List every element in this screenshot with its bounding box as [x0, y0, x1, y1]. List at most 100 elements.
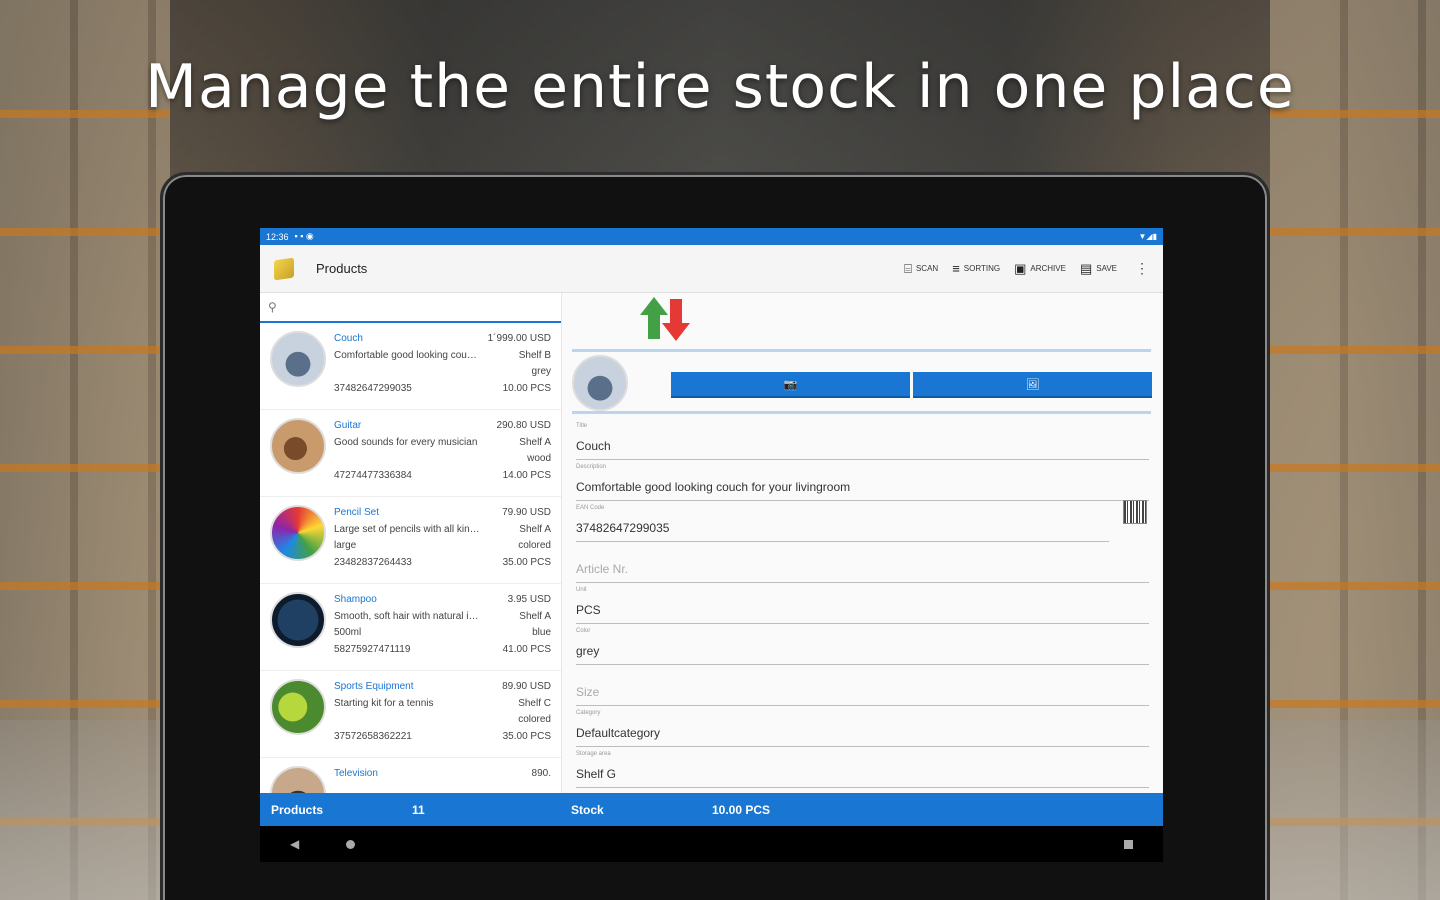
recents-icon[interactable] — [1124, 839, 1133, 849]
stock-in-out-icon[interactable] — [640, 297, 696, 345]
product-qty: 35.00 PCS — [502, 730, 551, 742]
product-info: Guitar 290.80 USD Good sounds for every m… — [334, 418, 551, 490]
product-desc: Smooth, soft hair with natural i… — [334, 610, 479, 622]
main-content: ⚲ Couch 1´999.00 USD Comfortable good loo… — [260, 293, 1163, 793]
ean-label: EAN Code — [576, 505, 605, 511]
detail-fields: Title Couch Description Comfortable good… — [576, 419, 1149, 788]
product-info: Sports Equipment 89.90 USD Starting kit f… — [334, 679, 551, 751]
product-shelf: Shelf B — [518, 349, 551, 361]
product-thumbnail — [270, 331, 326, 387]
unit-field[interactable]: Unit PCS — [576, 583, 1149, 624]
home-icon[interactable] — [346, 839, 355, 849]
product-desc: Starting kit for a tennis — [334, 697, 434, 709]
category-value: Defaultcategory — [576, 726, 661, 740]
product-shelf: Shelf A — [519, 436, 551, 448]
save-label: Save — [1096, 264, 1117, 273]
headline: Manage the entire stock in one place — [145, 52, 1295, 122]
product-price: 290.80 USD — [496, 420, 551, 431]
arrow-down-stem — [670, 299, 682, 325]
status-icons: ▼◢▮ — [1138, 232, 1157, 241]
save-icon: ▤ — [1079, 260, 1093, 276]
product-size: large — [334, 540, 357, 551]
title-value: Couch — [576, 439, 611, 453]
color-field[interactable]: Color grey — [576, 624, 1149, 665]
product-desc: Large set of pencils with all kin… — [334, 523, 480, 535]
description-field[interactable]: Description Comfortable good looking cou… — [576, 460, 1149, 501]
storage-area-field[interactable]: Storage area Shelf G — [576, 747, 1149, 788]
product-thumbnail — [270, 418, 326, 474]
product-shelf: Shelf A — [519, 523, 551, 535]
product-color: blue — [532, 627, 551, 638]
app-screen: 12:36 ▪ ▪ ◉ ▼◢▮ Products ⌸ Scan ≡ Sortin… — [260, 228, 1163, 826]
product-thumbnail — [270, 505, 326, 561]
sorting-label: Sorting — [963, 264, 1001, 273]
product-color: grey — [531, 366, 551, 377]
product-qty: 35.00 PCS — [502, 556, 551, 568]
camera-button[interactable]: 📷 — [671, 372, 910, 398]
products-count-label: Products — [271, 802, 324, 817]
product-size: 500ml — [334, 627, 362, 638]
arrow-down-icon — [662, 323, 690, 341]
more-options-icon[interactable]: ⋮ — [1135, 260, 1149, 277]
title-field[interactable]: Title Couch — [576, 419, 1149, 460]
product-name: Shampoo — [334, 594, 377, 605]
unit-value: PCS — [576, 603, 601, 617]
sorting-button[interactable]: ≡ Sorting — [952, 261, 1000, 276]
scan-button[interactable]: ⌸ Scan — [904, 261, 938, 277]
category-label: Category — [576, 710, 601, 716]
page-title: Products — [316, 261, 368, 276]
divider — [572, 411, 1151, 414]
list-item[interactable]: Sports Equipment 89.90 USD Starting kit f… — [260, 671, 561, 758]
product-color: wood — [527, 453, 551, 464]
summary-bar: Products 11 Stock 10.00 PCS — [260, 793, 1163, 826]
scan-label: Scan — [915, 264, 939, 273]
search-icon: ⚲ — [268, 300, 277, 314]
storage-area-label: Storage area — [576, 751, 611, 757]
list-item[interactable]: Pencil Set 79.90 USD Large set of pencils… — [260, 497, 561, 584]
list-item[interactable]: Shampoo 3.95 USD Smooth, soft hair with n… — [260, 584, 561, 671]
product-qty: 10.00 PCS — [502, 382, 551, 394]
list-item[interactable]: Couch 1´999.00 USD Comfortable good looki… — [260, 323, 561, 410]
article-number-field[interactable]: Article Nr. — [576, 542, 1149, 583]
description-label: Description — [576, 464, 607, 470]
product-thumbnail — [270, 766, 326, 793]
product-barcode: 47274477336384 — [334, 469, 412, 481]
toolbar-actions: ⌸ Scan ≡ Sorting ▣ Archive ▤ Save ⋮ — [904, 260, 1149, 277]
gallery-button[interactable]: 🖼 — [913, 372, 1152, 398]
products-count-value: 11 — [412, 802, 425, 817]
product-qty: 14.00 PCS — [502, 469, 551, 481]
product-barcode: 37482647299035 — [334, 382, 412, 394]
list-item[interactable]: Television 890. — [260, 758, 561, 793]
product-thumbnail — [270, 592, 326, 648]
product-name: Television — [334, 768, 378, 779]
barcode-scan-icon[interactable] — [1123, 500, 1147, 524]
category-field[interactable]: Category Defaultcategory — [576, 706, 1149, 747]
back-icon[interactable]: ◀ — [290, 837, 299, 851]
product-price: 1´999.00 USD — [487, 333, 551, 344]
arrow-up-stem — [648, 313, 660, 339]
save-button[interactable]: ▤ Save — [1080, 261, 1117, 277]
search-input[interactable]: ⚲ — [260, 293, 561, 323]
product-desc: Good sounds for every musician — [334, 436, 478, 448]
stock-label: Stock — [571, 802, 604, 817]
product-barcode: 23482837264433 — [334, 556, 412, 568]
archive-label: Archive — [1030, 264, 1066, 273]
product-price: 3.95 USD — [507, 594, 551, 605]
product-barcode: 58275927471119 — [334, 643, 411, 655]
image-icon: 🖼 — [1025, 378, 1040, 391]
size-field[interactable]: Size — [576, 665, 1149, 706]
notification-icons: ▪ ▪ ◉ — [294, 231, 314, 241]
product-desc: Comfortable good looking cou… — [334, 349, 477, 361]
list-item[interactable]: Guitar 290.80 USD Good sounds for every m… — [260, 410, 561, 497]
scan-icon: ⌸ — [904, 260, 912, 276]
unit-label: Unit — [576, 587, 587, 593]
product-price: 890. — [531, 768, 551, 779]
size-placeholder: Size — [576, 685, 600, 699]
ean-field[interactable]: EAN Code 37482647299035 — [576, 501, 1109, 542]
archive-icon: ▣ — [1014, 260, 1027, 276]
archive-button[interactable]: ▣ Archive — [1014, 261, 1066, 277]
camera-icon: 📷 — [783, 378, 798, 391]
product-color: colored — [518, 540, 551, 551]
app-toolbar: Products ⌸ Scan ≡ Sorting ▣ Archive ▤ Sa… — [260, 245, 1163, 293]
storage-area-value: Shelf G — [576, 767, 617, 781]
